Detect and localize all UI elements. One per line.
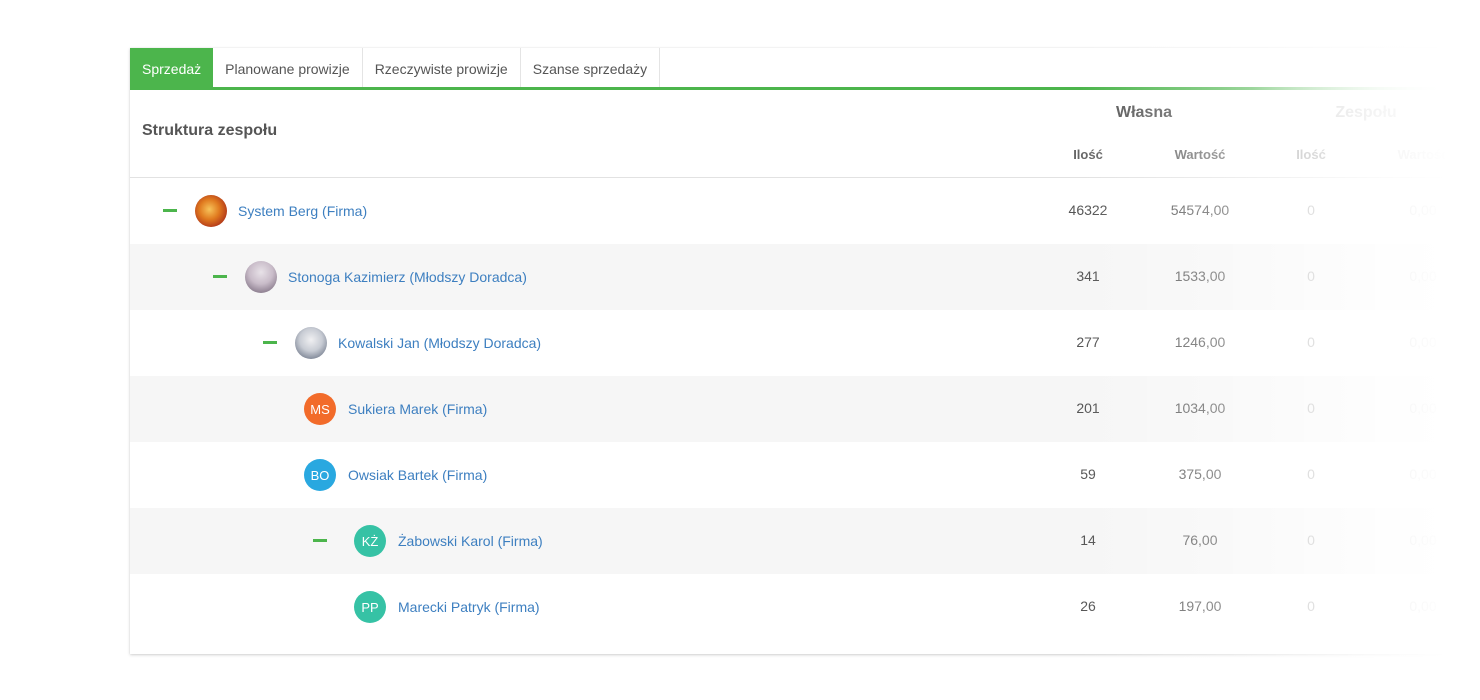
avatar [295,327,327,359]
avatar: PP [354,591,386,623]
own-value: 1034,00 [1174,400,1226,416]
tab-bar: Sprzedaż Planowane prowizje Rzeczywiste … [130,48,1480,89]
team-value-header: Wartość [1397,147,1449,162]
own-value: 54574,00 [1170,202,1230,218]
own-qty: 201 [1076,400,1100,416]
tab-sales-opportunities[interactable]: Szanse sprzedaży [520,48,661,89]
table-row: Kowalski Jan (Młodszy Doradca) 277 1246,… [130,310,1480,376]
own-qty: 14 [1080,532,1096,548]
avatar: BO [304,459,336,491]
own-qty: 26 [1080,598,1096,614]
own-value: 1246,00 [1174,334,1226,350]
member-name-link[interactable]: Stonoga Kazimierz (Młodszy Doradca) [288,269,527,285]
team-value: 0,00 [1409,466,1437,482]
own-qty: 46322 [1068,202,1108,218]
group-own-header: Własna [1115,104,1172,121]
avatar [195,195,227,227]
team-qty: 0 [1307,202,1315,218]
tab-actual-commissions[interactable]: Rzeczywiste prowizje [362,48,521,89]
team-value: 0,00 [1409,598,1437,614]
table-row: KŻ Żabowski Karol (Firma) 14 76,00 0 0,0… [130,508,1480,574]
sales-structure-panel: Sprzedaż Planowane prowizje Rzeczywiste … [130,48,1480,654]
avatar [245,261,277,293]
team-value: 0,00 [1409,202,1437,218]
team-qty-header: Ilość [1296,147,1326,162]
team-value: 0,00 [1409,268,1437,284]
own-value: 1533,00 [1174,268,1226,284]
team-value: 0,00 [1409,334,1437,350]
collapse-icon[interactable] [163,209,177,212]
own-qty: 277 [1076,334,1100,350]
collapse-icon[interactable] [263,341,277,344]
own-value: 76,00 [1182,532,1218,548]
team-qty: 0 [1307,400,1315,416]
member-name-link[interactable]: System Berg (Firma) [238,203,367,219]
table-row: System Berg (Firma) 46322 54574,00 0 0,0… [130,178,1480,244]
member-name-link[interactable]: Sukiera Marek (Firma) [348,401,487,417]
team-qty: 0 [1307,598,1315,614]
own-value-header: Wartość [1174,147,1226,162]
tab-sales[interactable]: Sprzedaż [130,48,214,89]
member-name-link[interactable]: Żabowski Karol (Firma) [398,533,543,549]
own-value: 375,00 [1178,466,1222,482]
group-team-header: Zespołu [1335,104,1397,121]
avatar: KŻ [354,525,386,557]
structure-title: Struktura zespołu [142,122,278,139]
member-name-link[interactable]: Marecki Patryk (Firma) [398,599,540,615]
team-qty: 0 [1307,466,1315,482]
table-row: Stonoga Kazimierz (Młodszy Doradca) 341 … [130,244,1480,310]
own-qty: 59 [1080,466,1096,482]
team-qty: 0 [1307,532,1315,548]
member-name-link[interactable]: Kowalski Jan (Młodszy Doradca) [338,335,541,351]
collapse-icon[interactable] [213,275,227,278]
own-qty-header: Ilość [1073,147,1103,162]
tab-planned-commissions[interactable]: Planowane prowizje [213,48,363,89]
table-header: Struktura zespołu Własna Zespołu Ilość W… [130,90,1450,178]
member-name-link[interactable]: Owsiak Bartek (Firma) [348,467,487,483]
team-value: 0,00 [1409,532,1437,548]
table-row: MS Sukiera Marek (Firma) 201 1034,00 0 0… [130,376,1480,442]
team-qty: 0 [1307,334,1315,350]
table-row: PP Marecki Patryk (Firma) 26 197,00 0 0,… [130,574,1480,640]
team-value: 0,00 [1409,400,1437,416]
team-tree: System Berg (Firma) 46322 54574,00 0 0,0… [130,178,1480,640]
collapse-icon[interactable] [313,539,327,542]
own-qty: 341 [1076,268,1100,284]
table-row: BO Owsiak Bartek (Firma) 59 375,00 0 0,0… [130,442,1480,508]
avatar: MS [304,393,336,425]
own-value: 197,00 [1178,598,1222,614]
team-qty: 0 [1307,268,1315,284]
